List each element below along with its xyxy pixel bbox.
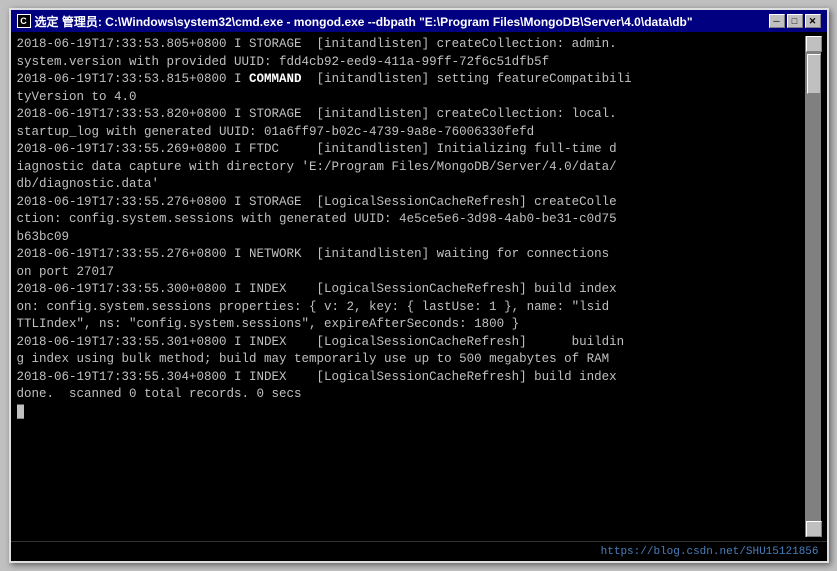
window-title: 选定 管理员: C:\Windows\system32\cmd.exe - mo…	[35, 13, 693, 30]
log-line: 2018-06-19T17:33:55.300+0800 I INDEX [Lo…	[17, 281, 805, 299]
log-line: 2018-06-19T17:33:53.820+0800 I STORAGE […	[17, 106, 805, 124]
log-line: startup_log with generated UUID: 01a6ff9…	[17, 124, 805, 142]
log-line: iagnostic data capture with directory 'E…	[17, 159, 805, 177]
log-line: 2018-06-19T17:33:55.276+0800 I NETWORK […	[17, 246, 805, 264]
log-line: 2018-06-19T17:33:53.805+0800 I STORAGE […	[17, 36, 805, 54]
log-line: on: config.system.sessions properties: {…	[17, 299, 805, 317]
log-line: system.version with provided UUID: fdd4c…	[17, 54, 805, 72]
scrollbar[interactable]: ▲ ▼	[805, 36, 821, 537]
close-button[interactable]: ✕	[805, 14, 821, 28]
title-bar-left: C 选定 管理员: C:\Windows\system32\cmd.exe - …	[17, 13, 693, 30]
log-line: on port 27017	[17, 264, 805, 282]
scroll-up-button[interactable]: ▲	[806, 36, 822, 52]
log-line: 2018-06-19T17:33:55.269+0800 I FTDC [ini…	[17, 141, 805, 159]
maximize-button[interactable]: □	[787, 14, 803, 28]
log-line: 2018-06-19T17:33:55.276+0800 I STORAGE […	[17, 194, 805, 212]
log-line: 2018-06-19T17:33:53.815+0800 I COMMAND […	[17, 71, 805, 89]
minimize-button[interactable]: ─	[769, 14, 785, 28]
log-line: tyVersion to 4.0	[17, 89, 805, 107]
cmd-window: C 选定 管理员: C:\Windows\system32\cmd.exe - …	[9, 8, 829, 563]
title-bar: C 选定 管理员: C:\Windows\system32\cmd.exe - …	[11, 10, 827, 32]
log-line: done. scanned 0 total records. 0 secs	[17, 386, 805, 404]
log-line: 2018-06-19T17:33:55.301+0800 I INDEX [Lo…	[17, 334, 805, 352]
log-line: TTLIndex", ns: "config.system.sessions",…	[17, 316, 805, 334]
log-line: 2018-06-19T17:33:55.304+0800 I INDEX [Lo…	[17, 369, 805, 387]
console-output: 2018-06-19T17:33:53.805+0800 I STORAGE […	[17, 36, 805, 537]
scroll-down-button[interactable]: ▼	[806, 521, 822, 537]
log-line: b63bc09	[17, 229, 805, 247]
log-line: ction: config.system.sessions with gener…	[17, 211, 805, 229]
watermark-text: https://blog.csdn.net/SHU15121856	[601, 546, 819, 558]
log-line: db/diagnostic.data'	[17, 176, 805, 194]
window-icon: C	[17, 14, 31, 28]
console-area: 2018-06-19T17:33:53.805+0800 I STORAGE […	[11, 32, 827, 541]
log-line: g index using bulk method; build may tem…	[17, 351, 805, 369]
scrollbar-track[interactable]	[806, 52, 821, 521]
title-bar-buttons: ─ □ ✕	[769, 14, 821, 28]
cursor-line: █	[17, 404, 805, 422]
status-bar: https://blog.csdn.net/SHU15121856	[11, 541, 827, 561]
scrollbar-thumb[interactable]	[807, 54, 821, 94]
